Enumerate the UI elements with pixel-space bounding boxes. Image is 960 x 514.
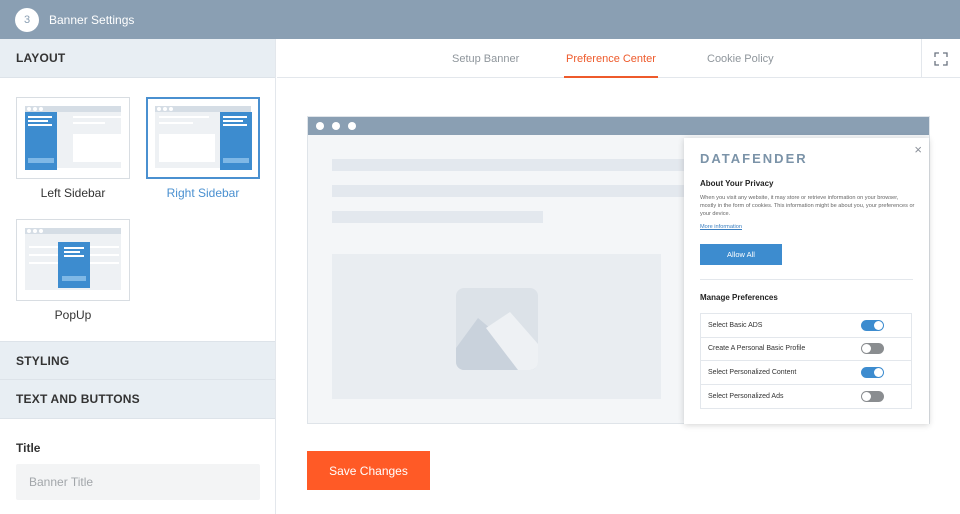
top-bar: 3 Banner Settings [0,0,960,39]
preference-toggle-personalized-ads[interactable] [861,390,884,402]
preference-toggle-basic-profile[interactable] [861,343,884,355]
preference-label: Create A Personal Basic Profile [708,345,806,353]
settings-sidebar: LAYOUT Left Sidebar Right Sidebar PopUp … [0,39,276,514]
preference-label: Select Personalized Content [708,368,797,376]
tab-bar: Setup Banner Preference Center Cookie Po… [277,39,960,78]
about-privacy-heading: About Your Privacy [700,179,774,188]
allow-all-button[interactable]: Allow All [700,244,782,265]
preference-toggle-basic-ads[interactable] [861,319,884,331]
preference-list: Select Basic ADS Create A Personal Basic… [700,313,912,409]
preference-row: Select Basic ADS [701,314,911,338]
preference-toggle-personalized-content[interactable] [861,366,884,378]
tab-cookie-policy[interactable]: Cookie Policy [707,39,774,78]
manage-preferences-heading: Manage Preferences [700,293,778,302]
right-sidebar-thumbnail [146,97,260,179]
placeholder-line [332,159,692,171]
layout-label: PopUp [54,308,92,322]
save-changes-button[interactable]: Save Changes [307,451,430,490]
preference-label: Select Personalized Ads [708,392,784,400]
layout-label: Right Sidebar [166,186,240,200]
text-buttons-section-header[interactable]: TEXT AND BUTTONS [0,380,275,419]
tab-preference-center[interactable]: Preference Center [564,39,658,78]
placeholder-image [332,254,661,399]
layout-label: Left Sidebar [40,186,106,200]
expand-button[interactable] [921,39,960,78]
layout-options: Left Sidebar Right Sidebar PopUp [0,78,275,341]
layout-option-right-sidebar[interactable]: Right Sidebar [146,97,260,200]
preference-label: Select Basic ADS [708,321,763,329]
preview-window-titlebar [308,117,929,135]
banner-title-input[interactable] [16,464,260,500]
expand-icon [934,51,948,66]
layout-option-popup[interactable]: PopUp [16,219,130,322]
preference-row: Select Personalized Content [701,361,911,385]
title-field-group: Title [0,419,275,500]
brand-logo: DATAFENDER [700,151,808,166]
layout-option-left-sidebar[interactable]: Left Sidebar [16,97,130,200]
more-information-link[interactable]: More information [700,224,742,230]
preference-row: Create A Personal Basic Profile [701,338,911,361]
placeholder-line [332,185,692,197]
styling-section-header[interactable]: STYLING [0,341,275,380]
image-icon [456,288,538,370]
preference-center-panel: × DATAFENDER About Your Privacy When you… [684,138,929,424]
tab-setup-banner[interactable]: Setup Banner [452,39,519,78]
placeholder-line [332,211,543,223]
divider [700,279,913,280]
step-number-badge: 3 [15,7,39,32]
about-privacy-text: When you visit any website, it may store… [700,195,915,217]
popup-thumbnail [16,219,130,301]
left-sidebar-thumbnail [16,97,130,179]
page-title: Banner Settings [49,12,135,27]
title-field-label: Title [16,441,41,455]
close-icon[interactable]: × [914,142,922,157]
main-content: Setup Banner Preference Center Cookie Po… [277,39,960,514]
layout-section-header[interactable]: LAYOUT [0,39,275,78]
preference-row: Select Personalized Ads [701,385,911,409]
